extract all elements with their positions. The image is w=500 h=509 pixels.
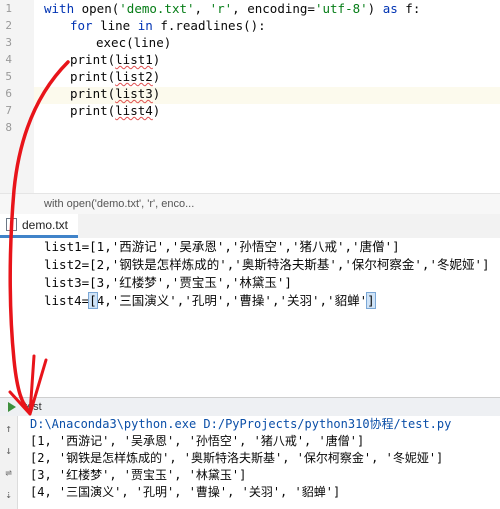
matched-bracket: ]: [366, 292, 376, 309]
text-line[interactable]: list4=[4,'三国演义','孔明','曹操','关羽','貂蝉']: [44, 292, 376, 310]
run-console[interactable]: ↑ ↓ ⇌ ⇣ D:\Anaconda3\python.exe D:/PyPro…: [0, 416, 500, 509]
console-toolbar: ↑ ↓ ⇌ ⇣: [0, 416, 18, 509]
line-number: 2: [5, 19, 12, 32]
string-literal: 'utf-8': [314, 1, 368, 16]
soft-wrap-icon[interactable]: ⇌: [2, 466, 15, 479]
scroll-to-end-icon[interactable]: ⇣: [2, 488, 15, 501]
code-token: exec(line): [96, 35, 172, 50]
run-icon: [8, 402, 16, 412]
code-token: ): [367, 1, 383, 16]
code-token: print(: [70, 86, 116, 101]
code-token: f.readlines():: [152, 18, 266, 33]
keyword: in: [137, 18, 153, 33]
line-number: 4: [5, 53, 12, 66]
code-token: f:: [397, 1, 421, 16]
line-number-gutter: 1 2 3 4 5 6 7 8: [0, 0, 34, 193]
line-number: 3: [5, 36, 12, 49]
code-token: open(: [74, 1, 120, 16]
unresolved-reference: list3: [115, 86, 153, 101]
code-token: ): [152, 86, 161, 101]
code-token: print(: [70, 52, 116, 67]
line-number: 5: [5, 70, 12, 83]
code-editor[interactable]: 1 2 3 4 5 6 7 8 with open('demo.txt', 'r…: [0, 0, 500, 193]
console-output-line: [1, '西游记', '吴承恩', '孙悟空', '猪八戒', '唐僧']: [30, 434, 365, 448]
code-token: ): [152, 52, 161, 67]
breadcrumb[interactable]: with open('demo.txt', 'r', enco...: [0, 193, 500, 214]
text-editor[interactable]: list1=[1,'西游记','吴承恩','孙悟空','猪八戒','唐僧'] l…: [0, 238, 500, 388]
code-line[interactable]: with open('demo.txt', 'r', encoding='utf…: [44, 0, 420, 17]
code-token: ): [152, 103, 161, 118]
code-line[interactable]: for line in f.readlines():: [70, 17, 266, 34]
tab-label: demo.txt: [22, 218, 69, 232]
keyword: for: [70, 18, 93, 33]
unresolved-reference: list1: [115, 52, 153, 67]
tab-demo-txt[interactable]: demo.txt: [0, 214, 79, 238]
string-literal: 'r': [209, 1, 233, 16]
code-token: print(: [70, 69, 116, 84]
code-token: ): [152, 69, 161, 84]
text-line[interactable]: list1=[1,'西游记','吴承恩','孙悟空','猪八戒','唐僧']: [44, 238, 400, 256]
line-number: 1: [5, 2, 12, 15]
keyword: with: [44, 1, 75, 16]
code-line[interactable]: print(list3): [70, 85, 160, 102]
line-number: 7: [5, 104, 12, 117]
console-output-line: [2, '钢铁是怎样炼成的', '奥斯特洛夫斯基', '保尔柯察金', '冬妮娅…: [30, 451, 444, 465]
unresolved-reference: list2: [115, 69, 153, 84]
string-literal: 'demo.txt': [119, 1, 195, 16]
run-panel-header[interactable]: test: [0, 397, 500, 416]
up-arrow-icon[interactable]: ↑: [2, 422, 15, 435]
down-arrow-icon[interactable]: ↓: [2, 444, 15, 457]
code-token: line: [92, 18, 138, 33]
breadcrumb-label: with open('demo.txt', 'r', enco...: [44, 198, 195, 210]
text-file-icon: [6, 218, 17, 231]
run-tab-label: test: [24, 401, 42, 413]
text-token: list4=: [44, 293, 90, 308]
line-number: 6: [5, 87, 12, 100]
text-token: 4,'三国演义','孔明','曹操','关羽','貂蝉': [96, 293, 368, 308]
keyword: as: [382, 1, 398, 16]
unresolved-reference: list4: [115, 103, 153, 118]
console-output-line: [3, '红楼梦', '贾宝玉', '林黛玉']: [30, 468, 247, 482]
console-output-line: [4, '三国演义', '孔明', '曹操', '关羽', '貂蝉']: [30, 485, 341, 499]
code-line[interactable]: print(list1): [70, 51, 160, 68]
code-line[interactable]: print(list2): [70, 68, 160, 85]
code-line[interactable]: exec(line): [96, 34, 171, 51]
code-token: , encoding=: [232, 1, 315, 16]
matched-bracket: [: [88, 292, 98, 309]
code-token: print(: [70, 103, 116, 118]
console-command: D:\Anaconda3\python.exe D:/PyProjects/py…: [30, 417, 452, 431]
code-token: ,: [194, 1, 210, 16]
code-line[interactable]: print(list4): [70, 102, 160, 119]
text-line[interactable]: list2=[2,'钢铁是怎样炼成的','奥斯特洛夫斯基','保尔柯察金','冬…: [44, 256, 490, 274]
line-number: 8: [5, 121, 12, 134]
text-line[interactable]: list3=[3,'红楼梦','贾宝玉','林黛玉']: [44, 274, 292, 292]
